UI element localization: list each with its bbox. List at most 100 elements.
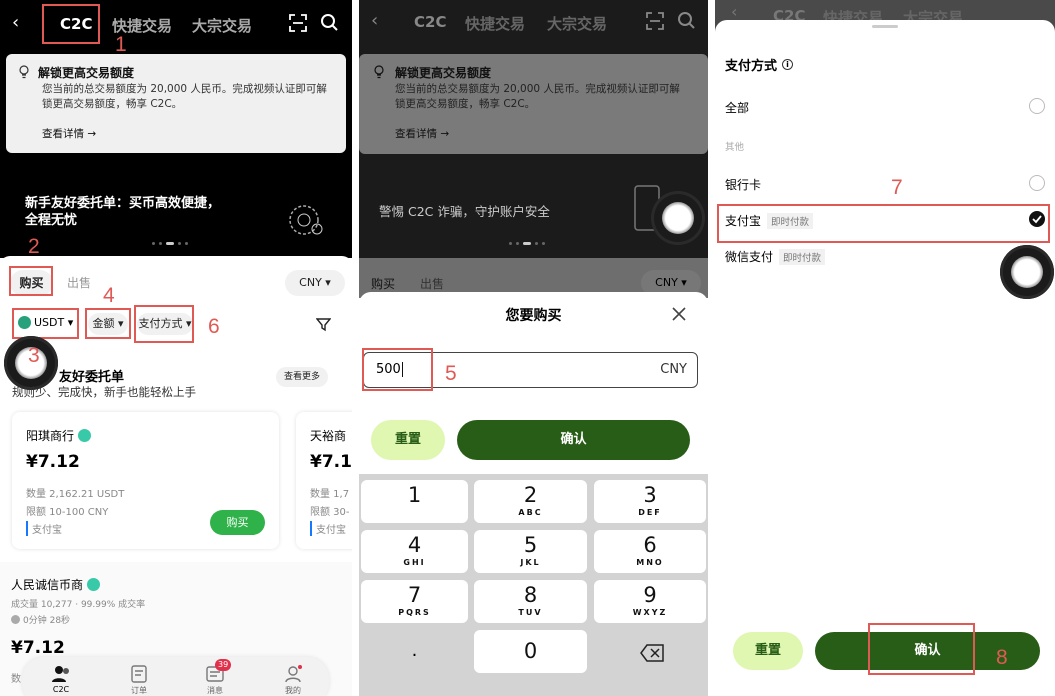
- payment-sheet: [715, 20, 1055, 696]
- info-icon[interactable]: i: [782, 59, 794, 70]
- lightbulb-icon: [19, 65, 29, 79]
- annotation-box-3: [12, 308, 79, 339]
- notice-desc: 您当前的总交易额度为 20,000 人民币。完成视频认证即可解锁更高交易额度，畅…: [395, 83, 680, 110]
- merchant-card-1[interactable]: 阳琪商行 ¥7.12 数量 2,162.21 USDT 限额 10-100 CN…: [12, 412, 279, 549]
- back-icon: ‹: [371, 10, 379, 31]
- price: ¥7.12: [26, 452, 80, 472]
- notice-title: 解锁更高交易额度: [38, 66, 135, 80]
- sheet-title: 支付方式: [725, 59, 778, 74]
- nav-label: C2C: [52, 685, 70, 694]
- verified-badge-icon: [87, 578, 101, 591]
- key-6[interactable]: 6 MNO: [594, 530, 706, 573]
- instant-pay-tag: 即时付款: [779, 248, 826, 265]
- annotation-box-7: [717, 204, 1050, 243]
- close-icon[interactable]: [672, 307, 686, 321]
- key-5[interactable]: 5 JKL: [474, 530, 587, 573]
- backspace-icon[interactable]: [640, 644, 664, 662]
- annotation-6: 6: [208, 315, 220, 338]
- search-icon: [678, 12, 695, 29]
- option-all[interactable]: 全部: [725, 99, 749, 116]
- annotation-box-8: [868, 623, 975, 675]
- merchant-rate: 99.99% 成交率: [80, 600, 146, 610]
- users-icon: [52, 666, 69, 682]
- key-8[interactable]: 8 TUV: [474, 580, 587, 623]
- filter-icon[interactable]: [316, 317, 331, 332]
- annotation-box-4: [85, 308, 131, 339]
- option-wechat-pay[interactable]: 微信支付 即时付款: [725, 248, 826, 265]
- key-0[interactable]: 0: [474, 630, 587, 673]
- notice-desc: 您当前的总交易额度为 20,000 人民币。完成视频认证即可解锁更高交易额度，畅…: [42, 83, 327, 110]
- key-7[interactable]: 7 PQRS: [361, 580, 468, 623]
- currency-selector[interactable]: CNY ▾: [285, 270, 345, 296]
- screen-amount-input: ‹ C2C 快捷交易 大宗交易 解锁更高交易额度 您当前的总交易额度为 20,0…: [359, 0, 708, 696]
- limit: 限额 10-100 CNY: [26, 507, 109, 518]
- option-bank-card[interactable]: 银行卡: [725, 176, 761, 193]
- price: ¥7.13: [310, 452, 352, 472]
- annotation-7: 7: [891, 176, 903, 199]
- reset-button[interactable]: 重置: [733, 632, 803, 670]
- notice-more-link[interactable]: 查看详情 →: [42, 126, 96, 141]
- reset-button[interactable]: 重置: [371, 420, 445, 460]
- payment-method: 支付宝: [310, 521, 346, 536]
- nav-profile[interactable]: 我的: [278, 665, 308, 696]
- floating-assist-button: [651, 191, 705, 245]
- buy-button[interactable]: 购买: [210, 510, 265, 535]
- key-9[interactable]: 9 WXYZ: [594, 580, 706, 623]
- banner-text[interactable]: 新手友好委托单：买币高效便捷，全程无忧: [25, 195, 225, 229]
- merchant-time: 0分钟 28秒: [23, 616, 71, 626]
- section-title: 友好委托单: [59, 370, 125, 385]
- profile-icon: [285, 665, 302, 683]
- sheet-handle[interactable]: [872, 25, 898, 28]
- quantity: 数量 2,162.21 USDT: [26, 489, 125, 500]
- quantity: 数: [11, 674, 21, 685]
- annotation-box-2: [9, 266, 53, 296]
- merchant-name: 阳琪商行: [26, 429, 75, 443]
- nav-orders[interactable]: 订单: [124, 665, 154, 696]
- payment-method: 支付宝: [26, 521, 62, 536]
- banner-illustration-icon: [289, 205, 323, 235]
- tab-block-trade: 大宗交易: [547, 15, 608, 33]
- price: ¥7.12: [11, 638, 65, 658]
- back-icon[interactable]: ‹: [12, 12, 19, 33]
- back-icon: ‹: [731, 2, 738, 21]
- buy-tab: 购买: [371, 277, 396, 291]
- limit: 限额 30-: [310, 507, 350, 518]
- nav-label: 我的: [285, 686, 301, 695]
- amount-unit: CNY: [660, 362, 687, 377]
- key-4[interactable]: 4 GHI: [361, 530, 468, 573]
- key-decimal[interactable]: .: [361, 640, 468, 661]
- annotation-box-5: [362, 348, 433, 391]
- annotation-box-1: [42, 4, 100, 44]
- key-2[interactable]: 2 ABC: [474, 480, 587, 523]
- merchant-stats: 成交量 10,277 ·: [11, 600, 79, 610]
- numeric-keypad: 1 2 ABC 3 DEF 4 GHI 5 JKL 6 MNO 7 PQRS 8 TUV 9W…: [359, 474, 708, 696]
- search-icon[interactable]: [320, 13, 339, 32]
- tab-block-trade[interactable]: 大宗交易: [192, 15, 252, 36]
- annotation-3: 3: [28, 344, 40, 367]
- key-1[interactable]: 1: [361, 480, 468, 523]
- confirm-button[interactable]: 确认: [457, 420, 690, 460]
- group-other-label: 其他: [725, 142, 745, 153]
- quantity: 数量 1,7: [310, 489, 350, 500]
- view-more-button[interactable]: 查看更多: [276, 367, 328, 387]
- scan-icon[interactable]: [289, 14, 307, 32]
- section-subtitle: 规则少、完成快，新手也能轻松上手: [12, 385, 196, 399]
- tab-c2c: C2C: [414, 13, 447, 31]
- merchant-card-2[interactable]: 天裕商 ¥7.13 数量 1,7 限额 30- 支付宝: [296, 412, 352, 549]
- sell-tab[interactable]: 出售: [67, 274, 91, 291]
- clock-icon: [11, 615, 20, 624]
- floating-assist-button[interactable]: [1000, 245, 1054, 299]
- banner-text: 警惕 C2C 诈骗，守护账户安全: [379, 204, 550, 219]
- sell-tab: 出售: [420, 277, 445, 291]
- key-3[interactable]: 3 DEF: [594, 480, 706, 523]
- notice-more-link: 查看详情 →: [395, 128, 450, 140]
- nav-c2c[interactable]: C2C: [46, 665, 76, 694]
- annotation-box-6: [134, 305, 194, 343]
- nav-label: 订单: [131, 686, 147, 695]
- verified-badge-icon: [78, 429, 92, 442]
- sheet-title: 您要购买: [505, 308, 562, 324]
- option-all-radio[interactable]: [1029, 98, 1045, 114]
- option-bank-card-radio[interactable]: [1029, 175, 1045, 191]
- nav-messages[interactable]: 39 消息: [200, 659, 232, 696]
- notice-title: 解锁更高交易额度: [395, 66, 492, 80]
